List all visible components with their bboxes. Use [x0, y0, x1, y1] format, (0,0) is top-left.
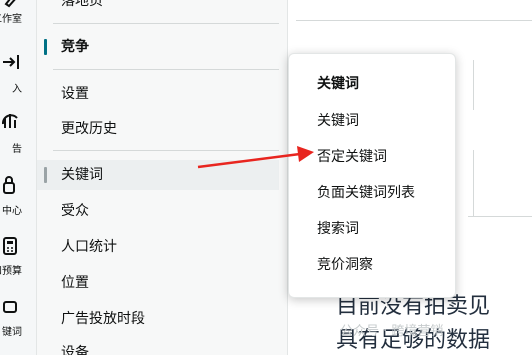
nav-item-change-history[interactable]: 更改历史 — [61, 119, 117, 139]
calculator-icon — [3, 237, 17, 255]
content-divider — [473, 150, 474, 216]
menu-item-search-terms[interactable]: 搜索词 — [317, 219, 359, 239]
nav-hover-indicator — [44, 167, 47, 183]
rail-item-label: 键词 — [2, 327, 22, 338]
menu-item-negative-keyword-lists[interactable]: 负面关键词列表 — [317, 183, 415, 203]
nav-item-ad-schedule[interactable]: 广告投放时段 — [61, 309, 145, 329]
nav-active-indicator — [44, 39, 47, 55]
rail-item-center[interactable]: 中心 — [0, 175, 36, 217]
rail-item-studio[interactable]: 工作室 — [0, 0, 36, 25]
report-icon — [2, 114, 18, 128]
rail-item-label: 和预算 — [0, 266, 22, 277]
nav-item-settings[interactable]: 设置 — [61, 84, 89, 104]
nav-divider — [53, 150, 279, 151]
rail-item-reports[interactable]: 告 — [0, 110, 36, 155]
keyword-icon — [3, 301, 17, 313]
nav-item-keywords[interactable]: 关键词 — [61, 165, 103, 185]
nav-divider — [53, 23, 279, 24]
nav-divider — [53, 69, 279, 70]
lock-icon — [3, 176, 15, 194]
content-divider — [468, 216, 532, 217]
content-divider — [296, 20, 532, 21]
keywords-dropdown-menu: 关键词 关键词 否定关键词 负面关键词列表 搜索词 竞价洞察 — [288, 53, 456, 298]
nav-item-devices[interactable]: 设备 — [61, 343, 89, 355]
nav-item-demographics[interactable]: 人口统计 — [61, 237, 117, 257]
nav-item-location[interactable]: 位置 — [61, 273, 89, 293]
watermark: 公众号 · 跨境营销 — [340, 324, 444, 339]
nav-section-competition[interactable]: 竞争 — [61, 37, 89, 57]
menu-item-negative-keywords[interactable]: 否定关键词 — [317, 147, 387, 167]
rail-item-label: 工作室 — [0, 14, 22, 25]
import-arrow-icon — [3, 55, 19, 69]
rail-item-label: 告 — [12, 144, 22, 155]
rail-item-label: 入 — [12, 84, 22, 95]
icon-rail: 工作室 入 告 中心 和预算 键词 — [0, 0, 37, 355]
menu-header: 关键词 — [317, 76, 359, 92]
nav-item-audience[interactable]: 受众 — [61, 201, 89, 221]
brush-icon — [4, 0, 16, 8]
rail-item-import[interactable]: 入 — [0, 52, 36, 95]
rail-item-label: 中心 — [2, 206, 22, 217]
secondary-nav: 落地页 竞争 设置 更改历史 关键词 受众 人口统计 位置 广告投放时段 设备 — [37, 0, 288, 355]
menu-item-auction-insights[interactable]: 竞价洞察 — [317, 255, 373, 275]
menu-item-keywords[interactable]: 关键词 — [317, 111, 359, 131]
nav-item-landing-page[interactable]: 落地页 — [61, 0, 103, 11]
rail-item-budget[interactable]: 和预算 — [0, 236, 36, 277]
content-divider — [473, 60, 474, 110]
rail-item-keywords[interactable]: 键词 — [0, 296, 36, 338]
